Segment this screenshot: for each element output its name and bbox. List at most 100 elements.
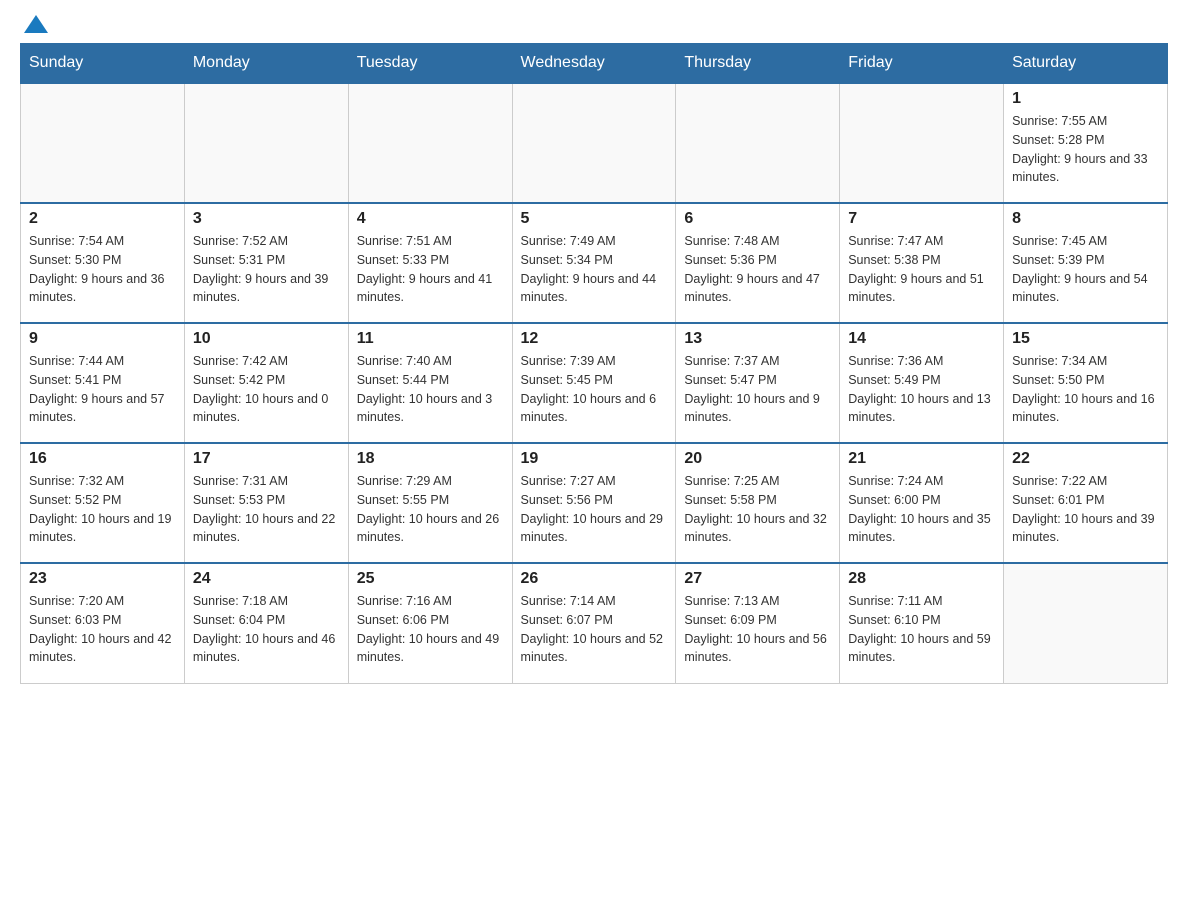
calendar-cell: 4 Sunrise: 7:51 AMSunset: 5:33 PMDaylight… [348, 203, 512, 323]
day-number: 1 [1012, 90, 1159, 108]
column-header-thursday: Thursday [676, 44, 840, 84]
calendar-cell: 19 Sunrise: 7:27 AMSunset: 5:56 PMDayligh… [512, 443, 676, 563]
calendar-cell [676, 83, 840, 203]
day-info: Sunrise: 7:47 AMSunset: 5:38 PMDaylight:… [848, 232, 995, 307]
day-info: Sunrise: 7:44 AMSunset: 5:41 PMDaylight:… [29, 352, 176, 427]
calendar-cell: 15 Sunrise: 7:34 AMSunset: 5:50 PMDayligh… [1004, 323, 1168, 443]
day-info: Sunrise: 7:55 AMSunset: 5:28 PMDaylight:… [1012, 112, 1159, 187]
day-number: 25 [357, 570, 504, 588]
day-number: 20 [684, 450, 831, 468]
calendar-header-row: SundayMondayTuesdayWednesdayThursdayFrid… [21, 44, 1168, 84]
calendar-cell [184, 83, 348, 203]
day-info: Sunrise: 7:24 AMSunset: 6:00 PMDaylight:… [848, 472, 995, 547]
day-number: 16 [29, 450, 176, 468]
calendar-cell: 12 Sunrise: 7:39 AMSunset: 5:45 PMDayligh… [512, 323, 676, 443]
calendar-cell: 28 Sunrise: 7:11 AMSunset: 6:10 PMDayligh… [840, 563, 1004, 683]
day-info: Sunrise: 7:48 AMSunset: 5:36 PMDaylight:… [684, 232, 831, 307]
day-info: Sunrise: 7:42 AMSunset: 5:42 PMDaylight:… [193, 352, 340, 427]
calendar-cell: 24 Sunrise: 7:18 AMSunset: 6:04 PMDayligh… [184, 563, 348, 683]
day-info: Sunrise: 7:54 AMSunset: 5:30 PMDaylight:… [29, 232, 176, 307]
calendar-cell: 2 Sunrise: 7:54 AMSunset: 5:30 PMDaylight… [21, 203, 185, 323]
column-header-sunday: Sunday [21, 44, 185, 84]
day-number: 24 [193, 570, 340, 588]
day-number: 27 [684, 570, 831, 588]
logo-triangle-icon [24, 15, 48, 33]
day-info: Sunrise: 7:36 AMSunset: 5:49 PMDaylight:… [848, 352, 995, 427]
week-row-4: 16 Sunrise: 7:32 AMSunset: 5:52 PMDayligh… [21, 443, 1168, 563]
day-info: Sunrise: 7:18 AMSunset: 6:04 PMDaylight:… [193, 592, 340, 667]
day-info: Sunrise: 7:39 AMSunset: 5:45 PMDaylight:… [521, 352, 668, 427]
day-info: Sunrise: 7:34 AMSunset: 5:50 PMDaylight:… [1012, 352, 1159, 427]
calendar-table: SundayMondayTuesdayWednesdayThursdayFrid… [20, 43, 1168, 684]
day-info: Sunrise: 7:25 AMSunset: 5:58 PMDaylight:… [684, 472, 831, 547]
day-info: Sunrise: 7:27 AMSunset: 5:56 PMDaylight:… [521, 472, 668, 547]
day-info: Sunrise: 7:32 AMSunset: 5:52 PMDaylight:… [29, 472, 176, 547]
calendar-cell [1004, 563, 1168, 683]
calendar-cell: 5 Sunrise: 7:49 AMSunset: 5:34 PMDaylight… [512, 203, 676, 323]
day-info: Sunrise: 7:51 AMSunset: 5:33 PMDaylight:… [357, 232, 504, 307]
day-info: Sunrise: 7:16 AMSunset: 6:06 PMDaylight:… [357, 592, 504, 667]
calendar-cell: 21 Sunrise: 7:24 AMSunset: 6:00 PMDayligh… [840, 443, 1004, 563]
calendar-cell: 7 Sunrise: 7:47 AMSunset: 5:38 PMDaylight… [840, 203, 1004, 323]
week-row-2: 2 Sunrise: 7:54 AMSunset: 5:30 PMDaylight… [21, 203, 1168, 323]
day-number: 23 [29, 570, 176, 588]
calendar-cell: 16 Sunrise: 7:32 AMSunset: 5:52 PMDayligh… [21, 443, 185, 563]
day-number: 9 [29, 330, 176, 348]
column-header-tuesday: Tuesday [348, 44, 512, 84]
calendar-cell: 25 Sunrise: 7:16 AMSunset: 6:06 PMDayligh… [348, 563, 512, 683]
calendar-cell: 18 Sunrise: 7:29 AMSunset: 5:55 PMDayligh… [348, 443, 512, 563]
calendar-cell: 10 Sunrise: 7:42 AMSunset: 5:42 PMDayligh… [184, 323, 348, 443]
day-number: 17 [193, 450, 340, 468]
day-number: 8 [1012, 210, 1159, 228]
calendar-cell: 9 Sunrise: 7:44 AMSunset: 5:41 PMDaylight… [21, 323, 185, 443]
day-info: Sunrise: 7:11 AMSunset: 6:10 PMDaylight:… [848, 592, 995, 667]
column-header-saturday: Saturday [1004, 44, 1168, 84]
calendar-cell: 8 Sunrise: 7:45 AMSunset: 5:39 PMDaylight… [1004, 203, 1168, 323]
day-number: 22 [1012, 450, 1159, 468]
day-number: 2 [29, 210, 176, 228]
day-number: 19 [521, 450, 668, 468]
day-number: 10 [193, 330, 340, 348]
calendar-cell [840, 83, 1004, 203]
calendar-cell: 3 Sunrise: 7:52 AMSunset: 5:31 PMDaylight… [184, 203, 348, 323]
week-row-5: 23 Sunrise: 7:20 AMSunset: 6:03 PMDayligh… [21, 563, 1168, 683]
calendar-cell: 11 Sunrise: 7:40 AMSunset: 5:44 PMDayligh… [348, 323, 512, 443]
day-number: 13 [684, 330, 831, 348]
day-number: 21 [848, 450, 995, 468]
day-info: Sunrise: 7:14 AMSunset: 6:07 PMDaylight:… [521, 592, 668, 667]
calendar-cell: 22 Sunrise: 7:22 AMSunset: 6:01 PMDayligh… [1004, 443, 1168, 563]
day-info: Sunrise: 7:29 AMSunset: 5:55 PMDaylight:… [357, 472, 504, 547]
day-number: 4 [357, 210, 504, 228]
day-number: 28 [848, 570, 995, 588]
day-number: 3 [193, 210, 340, 228]
day-number: 18 [357, 450, 504, 468]
column-header-wednesday: Wednesday [512, 44, 676, 84]
day-info: Sunrise: 7:20 AMSunset: 6:03 PMDaylight:… [29, 592, 176, 667]
column-header-monday: Monday [184, 44, 348, 84]
day-info: Sunrise: 7:37 AMSunset: 5:47 PMDaylight:… [684, 352, 831, 427]
day-number: 7 [848, 210, 995, 228]
page-header [20, 20, 1168, 33]
day-number: 5 [521, 210, 668, 228]
day-number: 12 [521, 330, 668, 348]
day-info: Sunrise: 7:49 AMSunset: 5:34 PMDaylight:… [521, 232, 668, 307]
calendar-cell: 26 Sunrise: 7:14 AMSunset: 6:07 PMDayligh… [512, 563, 676, 683]
day-info: Sunrise: 7:45 AMSunset: 5:39 PMDaylight:… [1012, 232, 1159, 307]
week-row-3: 9 Sunrise: 7:44 AMSunset: 5:41 PMDaylight… [21, 323, 1168, 443]
day-info: Sunrise: 7:40 AMSunset: 5:44 PMDaylight:… [357, 352, 504, 427]
day-info: Sunrise: 7:52 AMSunset: 5:31 PMDaylight:… [193, 232, 340, 307]
week-row-1: 1 Sunrise: 7:55 AMSunset: 5:28 PMDaylight… [21, 83, 1168, 203]
calendar-cell: 14Sunrise: 7:36 AMSunset: 5:49 PMDayligh… [840, 323, 1004, 443]
calendar-cell: 17 Sunrise: 7:31 AMSunset: 5:53 PMDayligh… [184, 443, 348, 563]
day-info: Sunrise: 7:31 AMSunset: 5:53 PMDaylight:… [193, 472, 340, 547]
day-number: 15 [1012, 330, 1159, 348]
day-info: Sunrise: 7:13 AMSunset: 6:09 PMDaylight:… [684, 592, 831, 667]
day-info: Sunrise: 7:22 AMSunset: 6:01 PMDaylight:… [1012, 472, 1159, 547]
calendar-cell: 23 Sunrise: 7:20 AMSunset: 6:03 PMDayligh… [21, 563, 185, 683]
calendar-cell [348, 83, 512, 203]
day-number: 11 [357, 330, 504, 348]
column-header-friday: Friday [840, 44, 1004, 84]
day-number: 26 [521, 570, 668, 588]
logo [20, 20, 48, 33]
calendar-cell: 13 Sunrise: 7:37 AMSunset: 5:47 PMDayligh… [676, 323, 840, 443]
